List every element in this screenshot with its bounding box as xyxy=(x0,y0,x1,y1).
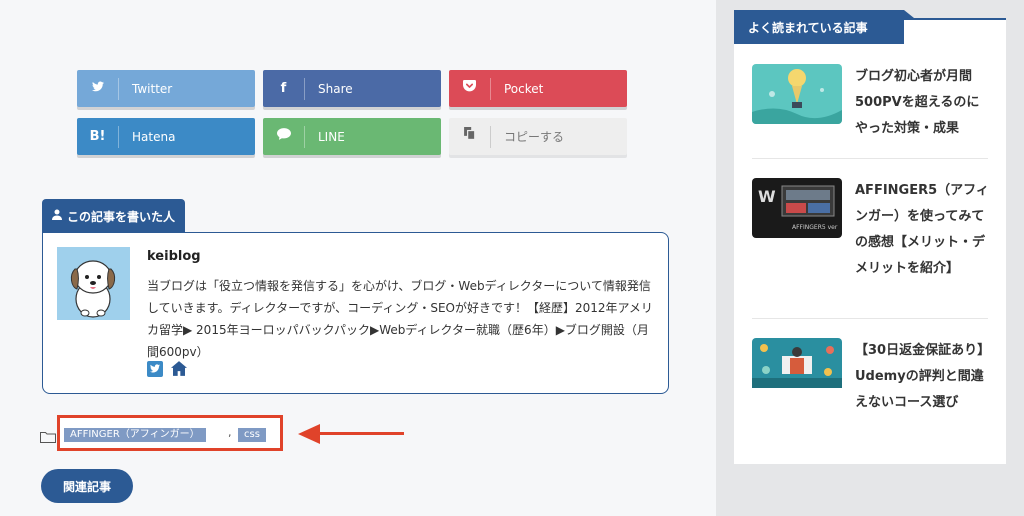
svg-text:W: W xyxy=(758,187,776,206)
tag-affinger[interactable]: AFFINGER（アフィンガー） xyxy=(64,428,206,442)
folder-icon xyxy=(40,428,56,443)
pocket-label: Pocket xyxy=(504,81,544,96)
user-icon xyxy=(52,209,62,223)
related-posts-button[interactable]: 関連記事 xyxy=(41,469,133,503)
hatena-icon: B! xyxy=(77,125,119,148)
title-underline xyxy=(904,18,1006,20)
copy-button[interactable]: コピーする xyxy=(449,118,627,155)
hatena-share-button[interactable]: B! Hatena xyxy=(77,118,255,155)
tag-css[interactable]: css xyxy=(238,428,266,442)
post-title[interactable]: 【30日返金保証あり】Udemyの評判と間違えないコース選び xyxy=(855,338,990,416)
author-box-title: この記事を書いた人 xyxy=(67,209,176,224)
tag-separator: , xyxy=(228,426,232,439)
post-thumbnail[interactable] xyxy=(752,64,842,124)
author-box: keiblog 当ブログは「役立つ情報を発信する」を心がけ、ブログ・Webディレ… xyxy=(42,232,669,394)
chat-bubble-icon xyxy=(263,125,305,148)
pocket-share-button[interactable]: Pocket xyxy=(449,70,627,107)
avatar xyxy=(57,247,130,320)
pocket-icon xyxy=(449,77,491,100)
divider xyxy=(752,318,988,319)
home-icon[interactable] xyxy=(171,361,187,380)
author-description: 当ブログは「役立つ情報を発信する」を心がけ、ブログ・Webディレクターについて情… xyxy=(147,279,653,359)
author-box-tab: この記事を書いた人 xyxy=(42,199,186,233)
arrow-line xyxy=(318,432,404,435)
popular-posts-title: よく読まれている記事 xyxy=(734,10,904,44)
divider xyxy=(752,158,988,159)
author-social-links xyxy=(147,361,187,380)
facebook-share-button[interactable]: f Share xyxy=(263,70,441,107)
author-name: keiblog xyxy=(147,249,201,264)
copy-icon xyxy=(449,125,491,148)
facebook-icon: f xyxy=(263,77,305,100)
facebook-label: Share xyxy=(318,81,353,96)
post-title[interactable]: AFFINGER5（アフィンガー）を使ってみての感想【メリット・デメリットを紹介… xyxy=(855,178,990,282)
copy-label: コピーする xyxy=(504,130,565,144)
twitter-icon[interactable] xyxy=(147,361,163,377)
post-title[interactable]: ブログ初心者が月間500PVを超えるのにやった対策・成果 xyxy=(855,64,990,142)
post-thumbnail[interactable]: W AFFINGER5 ver xyxy=(752,178,842,238)
post-thumbnail[interactable] xyxy=(752,338,842,398)
thumbnail-label: AFFINGER5 ver xyxy=(792,224,838,231)
twitter-share-button[interactable]: Twitter xyxy=(77,70,255,107)
arrow-icon xyxy=(298,424,320,444)
hatena-label: Hatena xyxy=(132,129,176,144)
title-notch xyxy=(904,10,914,18)
line-label: LINE xyxy=(318,129,345,144)
twitter-label: Twitter xyxy=(132,81,173,96)
line-share-button[interactable]: LINE xyxy=(263,118,441,155)
twitter-icon xyxy=(77,77,119,100)
